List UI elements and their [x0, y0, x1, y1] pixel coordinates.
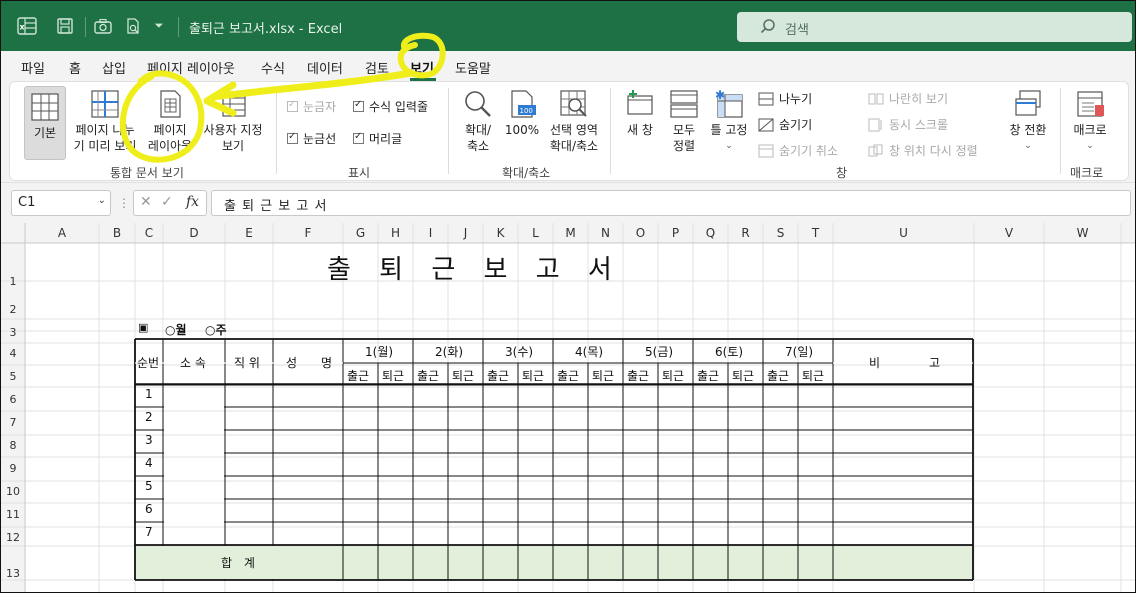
annotation-overlay	[119, 32, 446, 163]
highlight-arrow	[209, 69, 415, 101]
highlight-circle-view-tab	[397, 32, 446, 79]
highlight-circle-page-layout	[119, 70, 205, 163]
excel-window: x ⏷ 출퇴근 보고서.xlsx - Excel 검색 파일 홈 삽입 페이지 …	[0, 0, 1136, 593]
